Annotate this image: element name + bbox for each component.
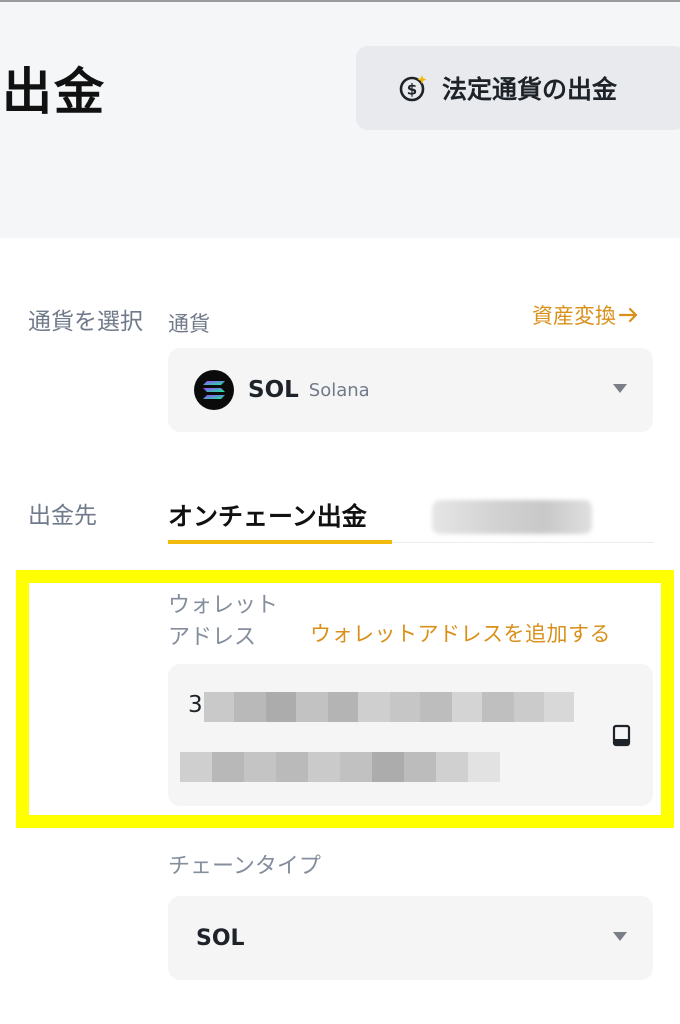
wallet-address-label-line1: ウォレット [168,593,279,618]
asset-convert-label: 資産変換 [532,304,616,328]
page-title: 出金 [2,63,106,121]
chain-type-label: チェーンタイプ [168,854,321,879]
add-wallet-address-link[interactable]: ウォレットアドレスを追加する [310,618,611,648]
dollar-coin-icon: $ [399,75,427,102]
address-redacted-line1 [204,692,574,722]
caret-down-icon [613,384,627,393]
wallet-address-input[interactable]: 3 [168,664,653,806]
arrow-right-icon [618,307,638,323]
currency-field-label: 通貨 [168,312,210,336]
wallet-address-label-line2: アドレス [168,625,257,650]
currency-symbol: SOL [248,377,299,403]
currency-select[interactable]: SOL Solana [168,348,653,432]
solana-logo-icon [194,370,234,410]
tab-redacted[interactable] [432,500,592,534]
step-label-destination: 出金先 [28,503,97,529]
address-redacted-line2 [180,752,500,782]
chain-type-select[interactable]: SOL [168,896,653,980]
svg-text:$: $ [407,81,417,99]
tab-divider [392,542,654,543]
page-header: 出金 $ 法定通貨の出金 [0,2,680,238]
wallet-address-label: ウォレット アドレス [168,590,308,654]
chain-type-value: SOL [196,925,245,951]
tab-onchain-withdraw[interactable]: オンチェーン出金 [168,497,367,533]
currency-name: Solana [308,379,370,401]
address-visible-prefix: 3 [188,692,203,718]
address-book-icon[interactable] [611,724,633,748]
step-label-select-currency: 通貨を選択 [28,309,143,335]
caret-down-icon [613,932,627,941]
asset-convert-link[interactable]: 資産変換 [532,300,640,330]
active-tab-indicator [168,540,392,544]
fiat-withdraw-label: 法定通貨の出金 [442,75,618,104]
fiat-withdraw-button[interactable]: $ 法定通貨の出金 [356,46,680,130]
